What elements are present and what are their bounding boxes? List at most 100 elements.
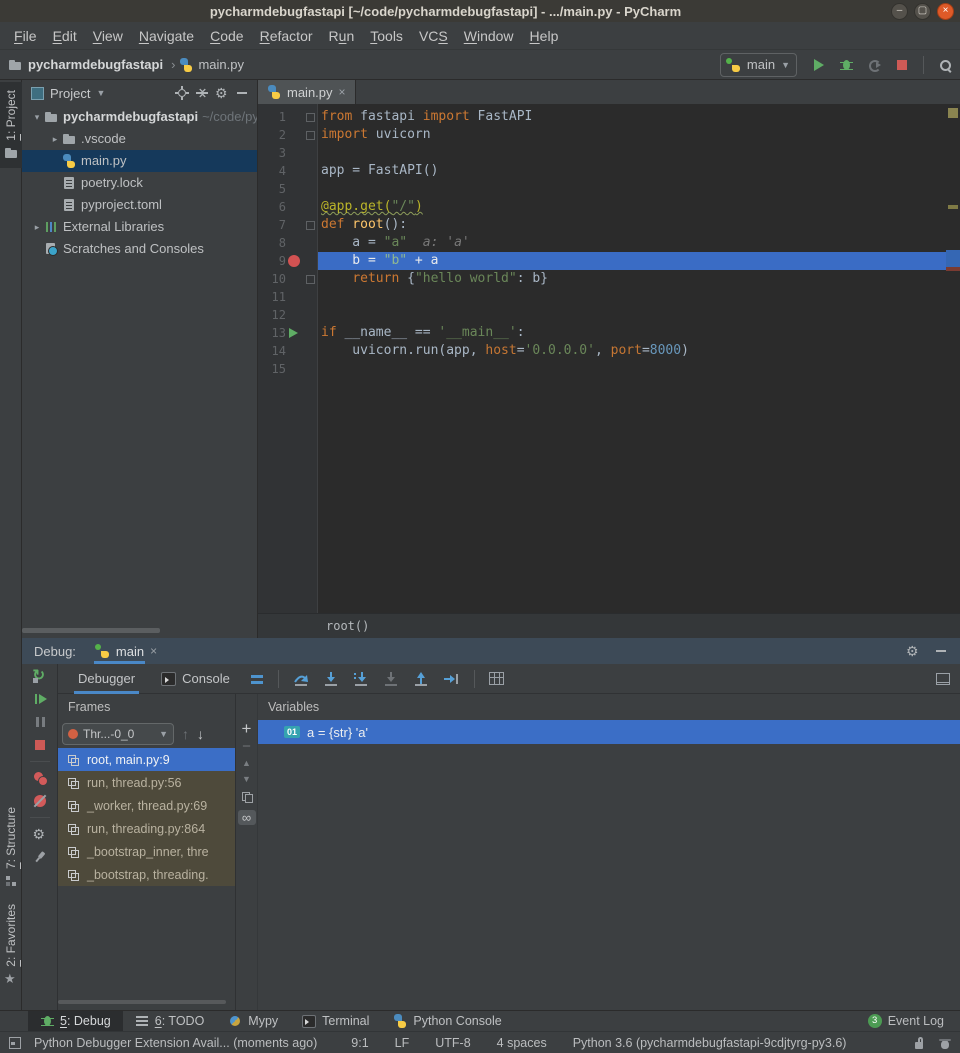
menu-item-file[interactable]: File	[6, 22, 45, 50]
toggle-tool-windows-icon[interactable]	[8, 1036, 22, 1050]
stop-icon[interactable]	[33, 738, 47, 752]
code-line-5[interactable]	[318, 180, 946, 198]
menu-item-vcs[interactable]: VCS	[411, 22, 456, 50]
menu-item-refactor[interactable]: Refactor	[252, 22, 321, 50]
collapse-all-icon[interactable]	[195, 86, 209, 100]
remove-watch-icon[interactable]: −	[242, 742, 251, 752]
status-item-4-spaces[interactable]: 4 spaces	[497, 1036, 547, 1050]
tree-item-vscode[interactable]: ▸.vscode	[22, 128, 257, 150]
force-step-into-icon[interactable]	[353, 672, 369, 686]
hide-panel-icon[interactable]	[235, 86, 249, 100]
tree-item-main-py[interactable]: main.py	[22, 150, 257, 172]
menu-item-tools[interactable]: Tools	[362, 22, 411, 50]
breakpoint-mark[interactable]	[946, 267, 960, 271]
tree-item-pycharmdebugfastapi[interactable]: ▾pycharmdebugfastapi ~/code/pycharmdebug…	[22, 106, 257, 128]
thread-selector[interactable]: Thr...-0_0 ▼	[62, 723, 174, 745]
locate-file-icon[interactable]	[175, 86, 189, 100]
tab-console[interactable]: Console	[155, 664, 236, 694]
menu-item-navigate[interactable]: Navigate	[131, 22, 202, 50]
step-over-icon[interactable]	[293, 672, 309, 686]
toolwindow-button-mypy[interactable]: Mypy	[216, 1011, 290, 1031]
hide-panel-icon[interactable]	[934, 644, 948, 658]
collapsed-arrow-icon[interactable]: ▸	[48, 128, 62, 150]
frame-worker-thread-py-69[interactable]: _worker, thread.py:69	[58, 794, 235, 817]
duplicate-watch-icon[interactable]	[240, 790, 254, 804]
project-panel-title[interactable]: Project	[50, 86, 90, 101]
execution-line-mark[interactable]	[946, 250, 960, 268]
editor-tab-main-py[interactable]: main.py ×	[258, 80, 356, 104]
debug-session-tab[interactable]: main ×	[94, 638, 159, 664]
fold-icon[interactable]	[306, 113, 315, 122]
fold-icon[interactable]	[306, 221, 315, 230]
code-line-12[interactable]	[318, 306, 946, 324]
line-number[interactable]: 13	[258, 324, 286, 342]
menu-item-edit[interactable]: Edit	[45, 22, 85, 50]
code-line-11[interactable]	[318, 288, 946, 306]
menu-item-run[interactable]: Run	[321, 22, 363, 50]
line-number[interactable]: 10	[258, 270, 286, 288]
code-line-15[interactable]	[318, 360, 946, 378]
code-line-1[interactable]: from fastapi import FastAPI	[318, 108, 946, 126]
pin-tab-icon[interactable]	[30, 847, 50, 867]
line-number[interactable]: 3	[258, 144, 286, 162]
move-watch-up-icon[interactable]: ▲	[242, 758, 251, 768]
line-number[interactable]: 14	[258, 342, 286, 360]
minimize-button-icon[interactable]: –	[891, 3, 908, 20]
line-number[interactable]: 7	[258, 216, 286, 234]
status-item-9-1[interactable]: 9:1	[351, 1036, 368, 1050]
line-number[interactable]: 6	[258, 198, 286, 216]
run-to-cursor-icon[interactable]	[443, 672, 460, 686]
resume-program-icon[interactable]	[33, 692, 47, 706]
line-number[interactable]: 2	[258, 126, 286, 144]
menu-item-view[interactable]: View	[85, 22, 131, 50]
screen-layout-icon[interactable]	[936, 673, 950, 685]
line-number[interactable]: 15	[258, 360, 286, 378]
code-line-6[interactable]: @app.get("/")	[318, 198, 946, 216]
evaluate-layout-grid-icon[interactable]	[489, 672, 504, 685]
expanded-arrow-icon[interactable]: ▾	[30, 106, 44, 128]
frame-bootstrap-inner-thre[interactable]: _bootstrap_inner, thre	[58, 840, 235, 863]
chevron-down-icon[interactable]: ▼	[96, 88, 105, 98]
line-number[interactable]: 9	[258, 252, 286, 270]
lock-icon[interactable]	[912, 1036, 926, 1050]
frame-run-threading-py-864[interactable]: run, threading.py:864	[58, 817, 235, 840]
line-number[interactable]: 12	[258, 306, 286, 324]
editor-breadcrumb[interactable]: root()	[258, 613, 960, 638]
project-horizontal-scrollbar[interactable]	[22, 628, 160, 633]
debug-settings-gear-icon[interactable]: ⚙	[33, 827, 47, 841]
toolwindow-button-python-console[interactable]: Python Console	[381, 1011, 513, 1031]
status-item-utf-8[interactable]: UTF-8	[435, 1036, 470, 1050]
code-line-9[interactable]: b = "b" + a	[318, 252, 946, 270]
tree-item-pyproject-toml[interactable]: pyproject.toml	[22, 194, 257, 216]
gear-icon[interactable]: ⚙	[215, 86, 229, 100]
code-line-13[interactable]: if __name__ == '__main__':	[318, 324, 946, 342]
show-watches-in-variables-icon[interactable]: ∞	[238, 810, 256, 825]
frame-run-thread-py-56[interactable]: run, thread.py:56	[58, 771, 235, 794]
fold-icon[interactable]	[306, 275, 315, 284]
toolwindow-button-terminal[interactable]: Terminal	[290, 1011, 381, 1031]
frame-bootstrap-threading[interactable]: _bootstrap, threading.	[58, 863, 235, 886]
stripe-button-structure[interactable]: 7: Structure	[0, 799, 22, 896]
menu-item-help[interactable]: Help	[522, 22, 567, 50]
previous-frame-icon[interactable]: ↑	[182, 726, 189, 742]
menu-item-window[interactable]: Window	[456, 22, 522, 50]
close-session-icon[interactable]: ×	[150, 644, 157, 658]
tab-debugger[interactable]: Debugger	[72, 664, 141, 694]
layout-menu-icon[interactable]	[250, 672, 264, 686]
search-everywhere-icon[interactable]	[938, 58, 952, 72]
event-log-button[interactable]: 3 Event Log	[868, 1011, 944, 1031]
line-number[interactable]: 8	[258, 234, 286, 252]
step-into-icon[interactable]	[323, 672, 339, 686]
breadcrumb-project[interactable]: pycharmdebugfastapi	[28, 57, 163, 72]
tree-item-poetry-lock[interactable]: poetry.lock	[22, 172, 257, 194]
code-editor[interactable]: 123456789101112131415 from fastapi impor…	[258, 104, 960, 613]
debug-button-icon[interactable]	[839, 58, 853, 72]
rerun-icon[interactable]: ↻	[33, 669, 47, 683]
warning-mark-icon[interactable]	[948, 205, 958, 209]
frame-root-main-py-9[interactable]: root, main.py:9	[58, 748, 235, 771]
stripe-button-favorites[interactable]: 2: Favorites★	[0, 896, 22, 994]
breadcrumb-file[interactable]: main.py	[198, 57, 244, 72]
hector-inspections-icon[interactable]	[938, 1036, 952, 1050]
toolwindow-button-6-todo[interactable]: 6: TODO	[123, 1011, 217, 1031]
view-breakpoints-icon[interactable]	[33, 771, 47, 785]
